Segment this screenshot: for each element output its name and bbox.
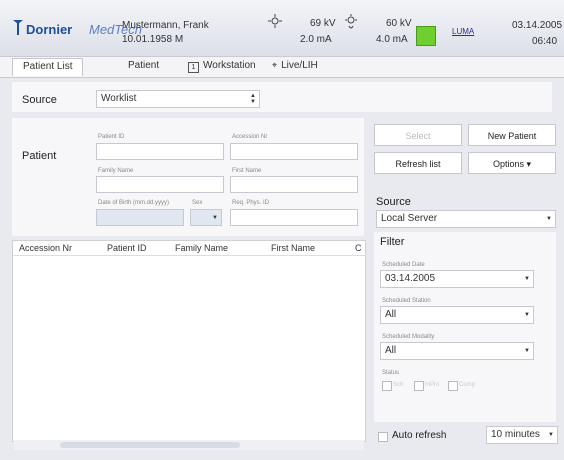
column-header-family-name[interactable]: Family Name bbox=[175, 241, 228, 255]
scheduled-station-label: Scheduled Station bbox=[382, 298, 431, 304]
new-patient-button[interactable]: New Patient bbox=[468, 124, 556, 146]
patient-dob-sex: 10.01.1958 M bbox=[122, 34, 184, 45]
column-header-accession[interactable]: Accession Nr bbox=[19, 241, 72, 255]
header-time: 06:40 bbox=[532, 36, 558, 47]
first-name-input[interactable] bbox=[230, 176, 358, 193]
family-name-input[interactable] bbox=[96, 176, 224, 193]
source-select[interactable]: Worklist ▲ ▼ bbox=[96, 90, 260, 108]
ma-readout-2: 4.0 mA bbox=[376, 34, 408, 45]
ma-readout-1: 2.0 mA bbox=[300, 34, 332, 45]
dob-input[interactable] bbox=[96, 209, 184, 226]
tab-live-lih[interactable]: ⌖ Live/LIH bbox=[272, 60, 318, 71]
options-button[interactable]: Options ▾ bbox=[468, 152, 556, 174]
tab-workstation[interactable]: 1 Workstation bbox=[188, 60, 256, 73]
accession-label: Accession Nr bbox=[232, 134, 268, 140]
refresh-list-button[interactable]: Refresh list bbox=[374, 152, 462, 174]
header-bar bbox=[0, 0, 564, 57]
server-source-value: Local Server bbox=[381, 213, 438, 224]
status-sch-checkbox[interactable] bbox=[382, 381, 392, 391]
first-name-label: First Name bbox=[232, 168, 262, 174]
scrollbar-thumb[interactable] bbox=[60, 442, 240, 448]
server-source-select[interactable]: Local Server ▼ bbox=[376, 210, 556, 228]
scheduled-date-select[interactable]: 03.14.2005 ▼ bbox=[380, 270, 534, 288]
sex-label: Sex bbox=[192, 200, 203, 206]
accession-input[interactable] bbox=[230, 143, 358, 160]
brand-name: Dornier bbox=[26, 22, 73, 37]
status-sch-label: Sch bbox=[393, 382, 404, 388]
source-select-value: Worklist bbox=[101, 93, 137, 104]
column-header-patient-id[interactable]: Patient ID bbox=[107, 241, 147, 255]
chevron-down-icon: ▼ bbox=[524, 312, 530, 318]
exposure-ready-indicator bbox=[416, 26, 436, 46]
req-phys-input[interactable] bbox=[230, 209, 358, 226]
refresh-interval-value: 10 minutes bbox=[491, 429, 540, 440]
header-divider bbox=[13, 255, 365, 256]
source-row bbox=[12, 82, 552, 112]
auto-refresh-checkbox[interactable] bbox=[378, 432, 388, 442]
patient-table[interactable]: Accession Nr Patient ID Family Name Firs… bbox=[12, 240, 366, 442]
dornier-logo-icon bbox=[13, 20, 23, 35]
patient-name: Mustermann, Frank bbox=[122, 20, 209, 31]
scheduled-station-select[interactable]: All ▼ bbox=[380, 306, 534, 324]
tab-bar: Patient List Patient 1 Workstation ⌖ Live/… bbox=[0, 57, 564, 78]
sex-select[interactable]: ▼ bbox=[190, 209, 222, 226]
status-comp-label: Comp bbox=[459, 382, 476, 388]
tab-label: Patient bbox=[128, 60, 160, 71]
chevron-down-icon: ▼ bbox=[546, 216, 552, 222]
scheduled-modality-select[interactable]: All ▼ bbox=[380, 342, 534, 360]
tab-patient[interactable]: Patient bbox=[128, 60, 159, 71]
tab-label: Workstation bbox=[203, 60, 256, 71]
filter-label: Filter bbox=[380, 236, 405, 248]
patient-id-label: Patient ID bbox=[98, 134, 125, 140]
lamp-link[interactable]: LUMA bbox=[452, 27, 474, 36]
select-button[interactable]: Select bbox=[374, 124, 462, 146]
tab-label: Live/LIH bbox=[281, 60, 318, 71]
kv-readout-1: 69 kV bbox=[310, 18, 336, 29]
workstation-icon: 1 bbox=[188, 62, 199, 73]
filter-panel bbox=[374, 232, 556, 422]
scheduled-date-value: 03.14.2005 bbox=[385, 273, 436, 284]
patient-id-input[interactable] bbox=[96, 143, 224, 160]
column-header-first-name[interactable]: First Name bbox=[271, 241, 315, 255]
xray-tube-2-icon bbox=[345, 14, 357, 29]
column-header-more[interactable]: C bbox=[355, 241, 362, 255]
server-source-label: Source bbox=[376, 196, 411, 208]
status-inpro-label: InPro bbox=[425, 382, 440, 388]
status-comp-checkbox[interactable] bbox=[448, 381, 458, 391]
scheduled-modality-value: All bbox=[385, 345, 397, 356]
live-icon: ⌖ bbox=[272, 60, 278, 70]
chevron-down-icon: ▲ ▼ bbox=[250, 93, 256, 105]
source-label: Source bbox=[22, 94, 57, 106]
auto-refresh-label: Auto refresh bbox=[392, 430, 447, 441]
scheduled-station-value: All bbox=[385, 309, 397, 320]
chevron-down-icon: ▼ bbox=[524, 276, 530, 282]
status-inpro-checkbox[interactable] bbox=[414, 381, 424, 391]
chevron-down-icon: ▼ bbox=[524, 348, 530, 354]
scheduled-date-label: Scheduled Date bbox=[382, 262, 425, 268]
req-phys-label: Req. Phys. ID bbox=[232, 200, 270, 206]
dob-label: Date of Birth (mm.dd.yyyy) bbox=[98, 200, 170, 206]
status-label: Status bbox=[382, 370, 400, 376]
refresh-interval-select[interactable]: 10 minutes ▼ bbox=[486, 426, 558, 444]
tab-label: Patient List bbox=[23, 61, 73, 72]
patient-form-label: Patient bbox=[22, 150, 57, 162]
xray-tube-1-icon bbox=[268, 14, 282, 28]
tab-patient-list[interactable]: Patient List bbox=[12, 58, 84, 76]
chevron-down-icon: ▼ bbox=[212, 214, 218, 221]
scheduled-modality-label: Scheduled Modality bbox=[382, 334, 435, 340]
chevron-down-icon: ▼ bbox=[548, 432, 554, 438]
header-date: 03.14.2005 bbox=[512, 20, 563, 31]
kv-readout-2: 60 kV bbox=[386, 18, 412, 29]
family-name-label: Family Name bbox=[98, 168, 134, 174]
